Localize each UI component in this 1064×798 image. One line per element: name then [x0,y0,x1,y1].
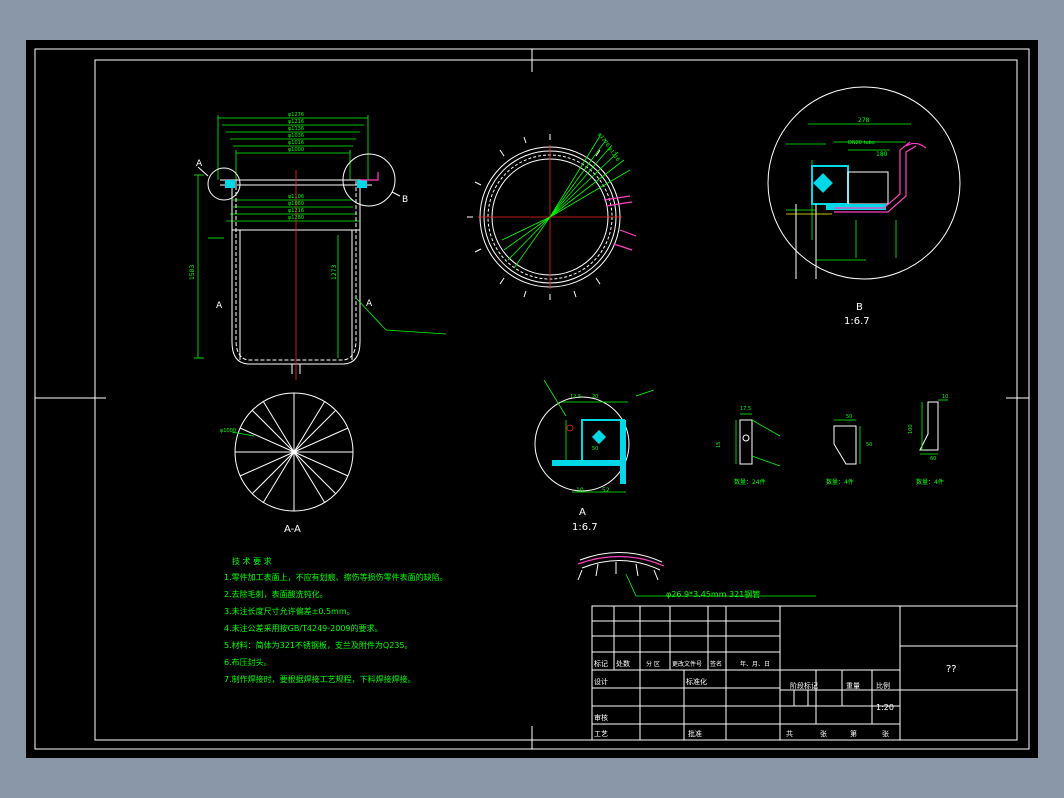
dim-top-0: φ1276 [288,112,304,118]
dim-a-2: 50 [592,446,598,452]
detail-b-scale: 1:6.7 [844,316,870,327]
qty-part-1: 数量：24件 [734,478,766,486]
dim-part-6: 60 [930,456,936,462]
dim-b-180: 180 [876,151,888,158]
detail-a-scale: 1:6.7 [572,522,598,533]
section-aa-label: A-A [284,524,301,535]
pipe-arc: φ26.9*3.45mm 321钢管 [577,552,816,599]
svg-text:φ1276 φ1216: φ1276 φ1216 [596,132,620,163]
tech-title: 技 术 要 求 [232,556,272,566]
pipe-label: φ26.9*3.45mm 321钢管 [666,589,760,599]
flange-right [357,180,367,188]
dim-part-4: 100 [908,424,914,434]
cad-viewport[interactable]: φ1276 φ1216 φ1136 φ1036 φ1016 φ1000 φ110… [26,40,1038,758]
section-aa-view: φ1000 A-A [220,392,354,535]
tb-review: 审核 [594,713,608,722]
dim-part-0: 17.5 [740,406,751,412]
dim-b-pipe: DN20 tube [848,140,875,146]
dim-a-0: 12.5 [570,394,581,400]
top-ring-view: φ1276 φ1216 [467,132,637,300]
tb-drawing-name: ?? [946,664,957,675]
section-mark-left: A [216,301,223,311]
dim-top-5: φ1000 [288,147,304,153]
marker-a: A [196,159,203,169]
front-section-view: φ1276 φ1216 φ1136 φ1036 φ1016 φ1000 φ110… [189,112,447,380]
detail-a-circle [207,167,241,201]
drawing-canvas: φ1276 φ1216 φ1136 φ1036 φ1016 φ1000 φ110… [34,48,1030,750]
qty-part-3: 数量：4件 [916,478,944,486]
detail-a-view: 12.5 20 50 10 52 A 1:6.7 [534,379,655,533]
tech-item-6: 6.布压封头。 [224,657,272,667]
dim-aa-dia: φ1000 [220,428,236,434]
flange-left [225,180,235,188]
detail-b-view: 278 180 DN20 tube B 1:6.7 [767,86,961,327]
a-flange-block [581,419,625,463]
tb-total: 共 [786,729,793,738]
detail-b-label: B [856,302,863,313]
dim-top-2: φ1136 [288,126,304,132]
tb-standard: 标准化 [686,677,707,686]
tb-count: 处数 [616,659,630,668]
tb-sheets-1: 张 [820,729,827,738]
dim-part-2: 50 [846,414,852,420]
tb-scale-label: 比例 [876,681,890,690]
tech-item-2: 2.去除毛刺，表面酸洗钝化。 [224,589,328,599]
tb-approve: 批准 [688,729,702,738]
marker-b: B [402,195,408,205]
dim-part-3: 50 [866,442,872,448]
title-block: 标记 处数 分 区 更改文件号 签名 年、月、日 设计 标准化 审核 工艺 批准… [591,605,1018,741]
dim-top-1: φ1216 [288,119,304,125]
dim-top-4: φ1016 [288,140,304,146]
dim-a-1: 20 [592,394,598,400]
tb-stage: 阶段标记 [790,681,818,690]
dim-part-1: 15 [716,442,722,448]
tb-change-doc: 更改文件号 [672,660,702,668]
vent-pipe [361,172,379,181]
tech-notes: 技 术 要 求 1.零件加工表面上，不应有划痕、擦伤等损伤零件表面的缺陷。 2.… [224,556,448,684]
b-coil-pipe [834,141,917,213]
tb-sheets-2: 张 [882,729,889,738]
tb-weight: 重量 [846,682,860,690]
dim-a-4: 52 [602,487,610,494]
tech-item-4: 4.未注公差采用按GB/T4249-2009的要求。 [224,623,383,633]
tb-date: 年、月、日 [740,660,770,668]
tech-item-3: 3.未注长度尺寸允许偏差±0.5mm。 [224,606,355,616]
tb-page: 第 [850,729,857,738]
small-parts: 17.5 15 50 50 100 10 60 数量：24件 数量：4件 数量：… [716,394,948,486]
dim-height-left: 1583 [189,265,196,280]
dim-top-3: φ1036 [288,133,304,139]
tb-process: 工艺 [594,730,608,738]
tech-item-5: 5.材料：简体为321不锈钢板，支兰及附件为Q235。 [224,640,412,650]
tb-zone: 分 区 [646,660,660,668]
tb-scale: 1:20 [876,703,894,712]
dim-part-5: 10 [942,394,948,400]
detail-a-label: A [579,507,586,518]
dim-b-width: 278 [858,117,870,124]
tech-item-1: 1.零件加工表面上，不应有划痕、擦伤等损伤零件表面的缺陷。 [224,572,448,582]
tech-item-7: 7.制作焊接时，要根据焊接工艺规程，下料焊接焊接。 [224,674,416,684]
dim-height-right: 1273 [331,265,338,280]
dim-a-3: 10 [576,487,584,494]
qty-part-2: 数量：4件 [826,478,854,486]
section-mark-right: A [366,299,373,309]
tb-design: 设计 [594,677,608,686]
tb-mark: 标记 [594,659,608,668]
tb-sign: 签名 [710,660,722,668]
